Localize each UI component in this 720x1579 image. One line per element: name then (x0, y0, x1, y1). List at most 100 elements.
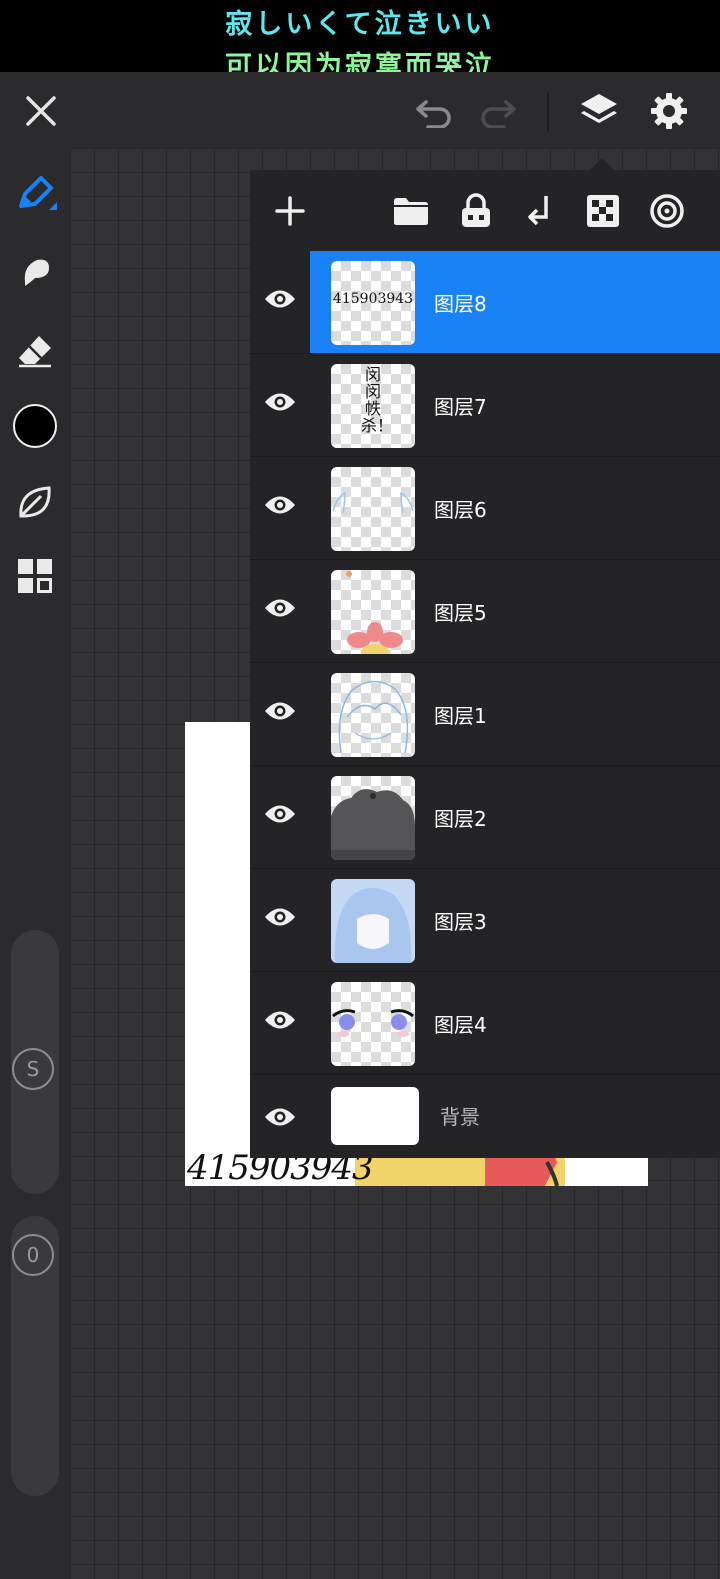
undo-button[interactable] (410, 88, 458, 134)
layer-visibility-toggle[interactable] (262, 1002, 298, 1038)
layer-thumbnail (331, 1087, 419, 1145)
layer-thumbnail (331, 673, 415, 757)
layer-thumbnail: 闵闵帙杀！ (331, 364, 415, 448)
transparency-icon (587, 195, 619, 227)
eye-icon (265, 290, 295, 308)
thumb-sketch-drawing (338, 680, 409, 754)
blend-mode-button[interactable] (645, 189, 689, 233)
layer-name: 图层3 (434, 910, 487, 934)
caption-banner: 寂しいくて泣きいい 可以因为寂寞而哭泣 (0, 0, 720, 82)
layer-thumbnail (331, 879, 415, 963)
redo-icon (481, 100, 516, 128)
layers-button[interactable] (574, 86, 624, 136)
eye-icon (265, 496, 295, 514)
leaf-icon (19, 486, 51, 518)
settings-button[interactable] (644, 86, 694, 136)
layer-row-1[interactable]: 图层1 (250, 663, 720, 766)
layer-visibility-toggle[interactable] (262, 487, 298, 523)
folder-icon (394, 198, 428, 225)
grid-icon (18, 559, 52, 593)
layer-visibility-toggle[interactable] (262, 590, 298, 626)
layer-name: 图层4 (434, 1013, 487, 1037)
layer-visibility-toggle[interactable] (262, 1099, 298, 1135)
eye-icon (265, 805, 295, 823)
caption-line-1: 寂しいくて泣きいい (225, 9, 495, 40)
layers-panel-toolbar (250, 170, 720, 252)
gallery-tool[interactable] (9, 550, 61, 602)
gear-icon (651, 93, 687, 129)
opacity-slider[interactable]: 0 (11, 1216, 59, 1496)
thumb-ears-drawing (332, 491, 414, 514)
eye-icon (265, 908, 295, 926)
layer-visibility-toggle[interactable] (262, 693, 298, 729)
brush-size-knob[interactable]: S (12, 1048, 54, 1090)
brush-size-slider[interactable]: S (11, 930, 59, 1194)
brush-size-label: S (26, 1057, 40, 1081)
layer-thumbnail (331, 982, 415, 1066)
merge-down-button[interactable] (518, 189, 562, 233)
layer-name: 图层5 (434, 601, 487, 625)
layer-visibility-toggle[interactable] (262, 899, 298, 935)
redo-button[interactable] (474, 88, 522, 134)
layer-name: 图层7 (434, 395, 487, 419)
layer-name: 图层8 (434, 292, 487, 316)
leaf-tool[interactable] (9, 476, 61, 528)
close-button[interactable] (18, 88, 64, 134)
layer-row-5[interactable]: 图层5 (250, 560, 720, 663)
opacity-label: 0 (26, 1243, 40, 1267)
top-bar (0, 72, 720, 148)
layer-row-3[interactable]: 图层3 (250, 869, 720, 972)
lock-layer-button[interactable] (454, 189, 498, 233)
merge-down-icon (528, 196, 548, 226)
layer-row-8[interactable]: 415903943 图层8 (250, 251, 720, 354)
layer-row-background[interactable]: 背景 (250, 1075, 720, 1158)
add-layer-button[interactable] (268, 189, 312, 233)
layer-thumbnail (331, 467, 415, 551)
layer-row-7[interactable]: 闵闵帙杀！ 图层7 (250, 354, 720, 457)
smudge-icon (24, 259, 49, 286)
layer-name: 图层2 (434, 807, 487, 831)
layers-icon (581, 94, 617, 123)
eye-icon (265, 599, 295, 617)
brush-tool[interactable] (9, 168, 61, 220)
undo-icon (416, 100, 451, 128)
toolbar-divider (547, 92, 549, 132)
thumb-flower-drawing (346, 571, 403, 654)
thumb-base-drawing (334, 888, 412, 963)
lock-icon (462, 193, 490, 227)
layer-visibility-toggle[interactable] (262, 281, 298, 317)
close-icon (26, 96, 56, 126)
eraser-icon (19, 336, 51, 368)
layer-thumbnail (331, 570, 415, 654)
layer-thumbnail (331, 776, 415, 860)
color-swatch (13, 404, 57, 448)
eraser-tool[interactable] (9, 324, 61, 376)
thumb-eyes-drawing (332, 1009, 414, 1037)
transparency-button[interactable] (581, 189, 625, 233)
layer-thumbnail: 415903943 (331, 261, 415, 345)
eye-icon (265, 1011, 295, 1029)
eye-icon (265, 393, 295, 411)
layer-row-2[interactable]: 图层2 (250, 766, 720, 869)
eye-icon (265, 1108, 295, 1126)
smudge-tool[interactable] (9, 246, 61, 298)
blend-icon (650, 194, 684, 228)
group-layer-button[interactable] (389, 189, 433, 233)
color-picker[interactable] (9, 400, 61, 452)
layer-name: 图层1 (434, 704, 487, 728)
layer-name: 图层6 (434, 498, 487, 522)
opacity-knob[interactable]: 0 (12, 1234, 54, 1276)
layers-panel: 415903943 图层8 闵闵帙杀！ 图层7 图层6 图层5 图层1 图层2 … (250, 158, 720, 1158)
pen-icon (19, 176, 57, 210)
thumb-hair-drawing (331, 789, 415, 860)
layer-visibility-toggle[interactable] (262, 796, 298, 832)
thumb-vertical-text: 闵闵帙杀！ (361, 365, 394, 435)
layer-visibility-toggle[interactable] (262, 384, 298, 420)
layer-name: 背景 (440, 1105, 480, 1129)
layer-row-6[interactable]: 图层6 (250, 457, 720, 560)
layer-row-4[interactable]: 图层4 (250, 972, 720, 1075)
thumb-signature-text: 415903943 (332, 291, 414, 307)
left-toolbar: S 0 (0, 148, 70, 1579)
add-icon (275, 196, 305, 226)
panel-pointer (590, 158, 614, 170)
